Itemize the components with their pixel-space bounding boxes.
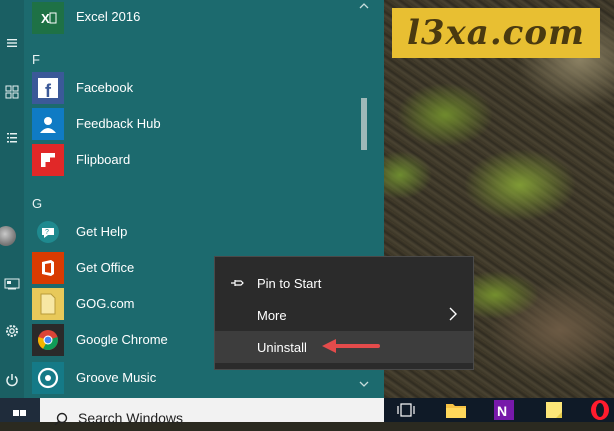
chrome-icon [32, 324, 64, 356]
user-avatar[interactable] [0, 226, 16, 246]
opera-icon[interactable] [580, 398, 614, 422]
app-label: Facebook [76, 80, 134, 95]
scroll-down-icon[interactable] [358, 380, 370, 391]
svg-text:?: ? [45, 229, 49, 236]
get-help-icon: ? [32, 216, 64, 248]
watermark-logo: l3xa.com [392, 8, 600, 58]
power-icon[interactable] [0, 372, 24, 393]
svg-text:N: N [497, 403, 507, 419]
section-header-f[interactable]: F [32, 52, 40, 67]
scroll-up-icon[interactable] [358, 2, 370, 13]
start-button[interactable] [0, 398, 40, 422]
app-label: Google Chrome [76, 332, 168, 347]
hamburger-icon[interactable] [0, 34, 24, 54]
svg-text:X: X [41, 11, 50, 26]
menu-item-label: More [257, 308, 287, 323]
gog-file-icon [32, 288, 64, 320]
app-label: Get Help [76, 224, 128, 239]
pin-icon [229, 274, 247, 292]
onenote-icon[interactable]: N [484, 398, 524, 422]
app-feedback-hub[interactable]: Feedback Hub [32, 108, 352, 142]
app-label: Groove Music [76, 370, 157, 385]
app-flipboard[interactable]: Flipboard [32, 144, 352, 178]
file-explorer-icon[interactable] [436, 398, 476, 422]
svg-text:f: f [45, 81, 52, 99]
menu-item-label: Pin to Start [257, 276, 322, 291]
app-label: Feedback Hub [76, 116, 161, 131]
groove-music-icon [32, 362, 64, 394]
search-box[interactable]: Search Windows [40, 398, 384, 426]
app-label: Flipboard [76, 152, 131, 167]
search-placeholder: Search Windows [78, 410, 184, 426]
start-left-rail [0, 0, 24, 398]
app-label: GOG.com [76, 296, 135, 311]
annotation-arrow-icon [320, 336, 380, 356]
sticky-notes-icon[interactable] [534, 398, 574, 422]
task-view-icon[interactable] [386, 398, 426, 422]
app-facebook[interactable]: f Facebook [32, 72, 352, 106]
facebook-icon: f [32, 72, 64, 104]
feedback-hub-icon [32, 108, 64, 140]
taskbar: Search Windows N [0, 398, 614, 426]
media-icon[interactable] [0, 276, 24, 296]
menu-item-label: Uninstall [257, 340, 307, 355]
office-icon [32, 252, 64, 284]
scroll-thumb[interactable] [361, 98, 367, 150]
menu-item-more[interactable]: More [215, 299, 473, 331]
flipboard-icon [32, 144, 64, 176]
section-header-g[interactable]: G [32, 196, 42, 211]
chevron-right-icon [447, 305, 459, 323]
menu-item-pin-to-start[interactable]: Pin to Start [215, 267, 473, 299]
list-icon[interactable] [0, 130, 24, 150]
gear-icon[interactable] [0, 323, 24, 344]
app-label: Excel 2016 [76, 9, 141, 24]
app-excel[interactable]: X Excel 2016 [32, 2, 352, 36]
app-get-help[interactable]: ? Get Help [32, 216, 352, 250]
tiles-icon[interactable] [0, 84, 24, 104]
excel-icon: X [32, 2, 64, 34]
app-label: Get Office [76, 260, 135, 275]
